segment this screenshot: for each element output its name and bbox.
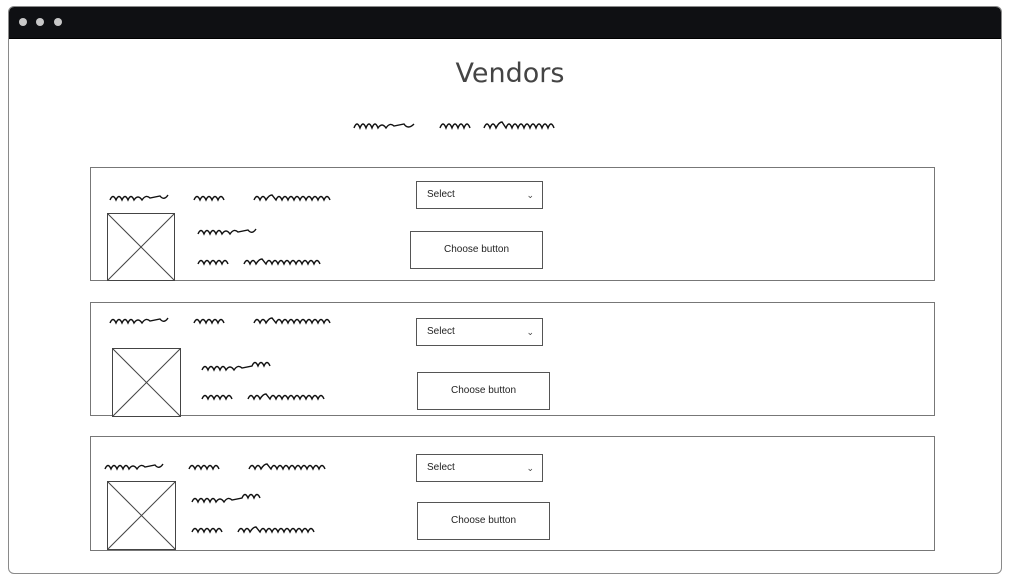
vendor-1-detail-scribble-1 (197, 228, 257, 236)
window-minimize-dot[interactable] (36, 18, 44, 26)
image-placeholder-icon (107, 213, 175, 281)
chevron-down-icon: ⌄ (526, 190, 534, 200)
page-title: Vendors (455, 58, 565, 89)
window-maximize-dot[interactable] (54, 18, 62, 26)
image-placeholder-icon (112, 348, 181, 417)
vendor-1-name-scribble (109, 194, 331, 202)
subtitle-scribble-text (353, 121, 555, 130)
vendor-3-detail-scribble-2 (191, 526, 315, 534)
vendor-1-detail-scribble-2 (197, 258, 321, 266)
vendor-3-select[interactable]: Select ⌄ (416, 454, 543, 482)
vendor-2-detail-scribble-1 (201, 361, 271, 372)
vendor-1-select[interactable]: Select ⌄ (416, 181, 543, 209)
select-label: Select (427, 189, 455, 200)
vendor-3-name-scribble (104, 463, 326, 471)
vendor-2-detail-scribble-2 (201, 393, 325, 401)
image-placeholder-icon (107, 481, 176, 550)
vendor-1-choose-button[interactable]: Choose button (410, 231, 543, 269)
select-label: Select (427, 462, 455, 473)
vendor-2-choose-button[interactable]: Choose button (417, 372, 550, 410)
window-close-dot[interactable] (19, 18, 27, 26)
select-label: Select (427, 326, 455, 337)
vendor-2-name-scribble (109, 317, 331, 325)
chevron-down-icon: ⌄ (526, 463, 534, 473)
vendor-3-detail-scribble-1 (191, 493, 261, 504)
vendor-2-select[interactable]: Select ⌄ (416, 318, 543, 346)
vendor-3-choose-button[interactable]: Choose button (417, 502, 550, 540)
window-title-bar (9, 7, 1001, 39)
chevron-down-icon: ⌄ (526, 327, 534, 337)
